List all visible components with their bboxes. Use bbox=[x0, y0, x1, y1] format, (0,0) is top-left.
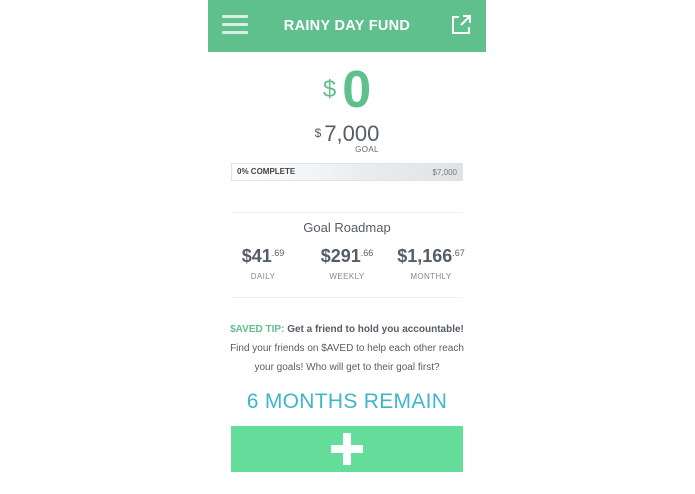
monthly-cents: .67 bbox=[452, 248, 465, 258]
roadmap-title: Goal Roadmap bbox=[303, 220, 391, 235]
hamburger-menu-icon[interactable] bbox=[222, 15, 248, 35]
add-deposit-button[interactable] bbox=[231, 426, 463, 472]
daily-label: DAILY bbox=[250, 272, 276, 281]
progress-label: 0% COMPLETE bbox=[237, 167, 296, 176]
goal-value: 7,000 bbox=[324, 121, 380, 146]
app-header: RAINY DAY FUND bbox=[208, 0, 486, 52]
roadmap-daily: $41.69 DAILY bbox=[218, 246, 308, 281]
daily-dollars: $41 bbox=[241, 246, 272, 266]
progress-goal: $7,000 bbox=[432, 168, 457, 177]
goal-label: GOAL bbox=[355, 145, 379, 154]
daily-cents: .69 bbox=[271, 248, 285, 258]
goal-amount: $ 7,000 bbox=[208, 122, 486, 146]
tip-line-1: Find your friends on $AVED to help each … bbox=[230, 343, 464, 354]
page-title: RAINY DAY FUND bbox=[283, 18, 411, 34]
roadmap-weekly: $291.66 WEEKLY bbox=[302, 246, 392, 281]
monthly-dollars: $1,166 bbox=[397, 246, 453, 266]
weekly-label: WEEKLY bbox=[329, 272, 365, 281]
progress-bar: 0% COMPLETE $7,000 bbox=[231, 163, 463, 181]
months-remaining: 6 MONTHS REMAIN bbox=[246, 390, 448, 413]
balance-currency: $ bbox=[322, 76, 337, 103]
weekly-dollars: $291 bbox=[320, 246, 361, 266]
divider bbox=[231, 212, 463, 213]
external-share-icon[interactable] bbox=[450, 14, 472, 36]
app-screen: RAINY DAY FUND $ 0 $ 7,000 GOAL 0% COMPL… bbox=[208, 0, 486, 494]
tip-label: $AVED TIP: bbox=[230, 324, 285, 335]
tip-line-2: your goals! Who will get to their goal f… bbox=[254, 362, 440, 373]
divider bbox=[231, 297, 463, 298]
goal-currency: $ bbox=[314, 126, 322, 140]
tip-title: Get a friend to hold you accountable! bbox=[287, 324, 464, 335]
plus-icon bbox=[331, 433, 363, 465]
current-balance: $ 0 bbox=[208, 62, 486, 120]
weekly-cents: .66 bbox=[360, 248, 374, 258]
balance-amount: 0 bbox=[342, 61, 372, 119]
roadmap-monthly: $1,166.67 MONTHLY bbox=[386, 246, 476, 281]
monthly-label: MONTHLY bbox=[410, 272, 452, 281]
saved-tip: $AVED TIP: Get a friend to hold you acco… bbox=[218, 320, 476, 377]
